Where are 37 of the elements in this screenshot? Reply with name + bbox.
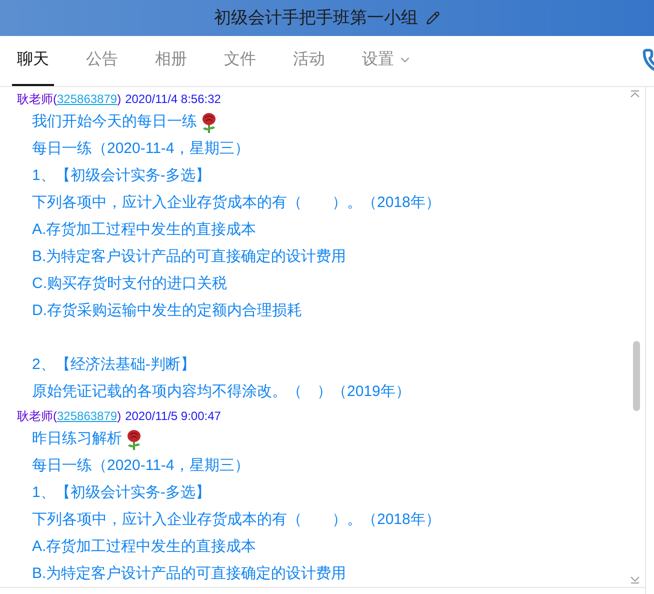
window-title: 初级会计手把手班第一小组	[214, 7, 418, 30]
message-time: 2020/11/5 9:00:47	[125, 408, 221, 425]
message-text: 原始凭证记载的各项内容均不得涂改。（ ）（2019年）	[32, 382, 410, 402]
scroll-bottom-icon	[630, 576, 640, 584]
message-text: 昨日练习解析	[32, 429, 122, 450]
sender-name: 耿老师	[17, 91, 53, 108]
message-text: 每日一练（2020-11-4，星期三）	[32, 139, 250, 160]
edit-icon[interactable]	[426, 11, 440, 25]
tab[interactable]: 设置	[357, 36, 417, 86]
message-time: 2020/11/4 8:56:32	[125, 91, 221, 108]
message-text: D.存货采购运输中发生的定额内合理损耗	[32, 301, 302, 322]
message-text: B.为特定客户设计产品的可直接确定的设计费用	[32, 247, 346, 268]
paren: (	[53, 408, 57, 425]
paren: (	[53, 91, 57, 108]
tab[interactable]: 相册	[150, 36, 192, 86]
message-text: 下列各项中，应计入企业存货成本的有（ ）。（2018年）	[32, 510, 440, 530]
sender-id-link[interactable]: 325863879	[57, 90, 118, 108]
tab[interactable]: 文件	[219, 36, 261, 86]
message-text: 下列各项中，应计入企业存货成本的有（ ）。（2018年）	[32, 193, 440, 214]
tab[interactable]: 公告	[81, 36, 123, 86]
scroll-top-icon	[630, 90, 640, 98]
paren: )	[117, 91, 122, 108]
sender-id-link[interactable]: 325863879	[57, 407, 118, 425]
sender-name: 耿老师	[17, 408, 53, 425]
message-text: 2、【经济法基础-判断】	[32, 355, 196, 376]
message-text: B.为特定客户设计产品的可直接确定的设计费用	[32, 564, 346, 584]
paren: )	[117, 408, 122, 425]
message-text: 1、【初级会计实务-多选】	[32, 166, 210, 186]
tab[interactable]: 聊天	[12, 36, 54, 86]
message-text: 我们开始今天的每日一练	[32, 112, 197, 132]
message-text: 每日一练（2020-11-4，星期三）	[32, 456, 250, 476]
message-text: C.购买存货时支付的进口关税	[32, 274, 227, 294]
message-text: A.存货加工过程中发生的直接成本	[32, 220, 256, 240]
message-text: A.存货加工过程中发生的直接成本	[32, 537, 256, 558]
tab[interactable]: 活动	[288, 36, 330, 86]
message-text: 1、【初级会计实务-多选】	[32, 483, 210, 504]
scrollbar-thumb[interactable]	[633, 341, 640, 411]
